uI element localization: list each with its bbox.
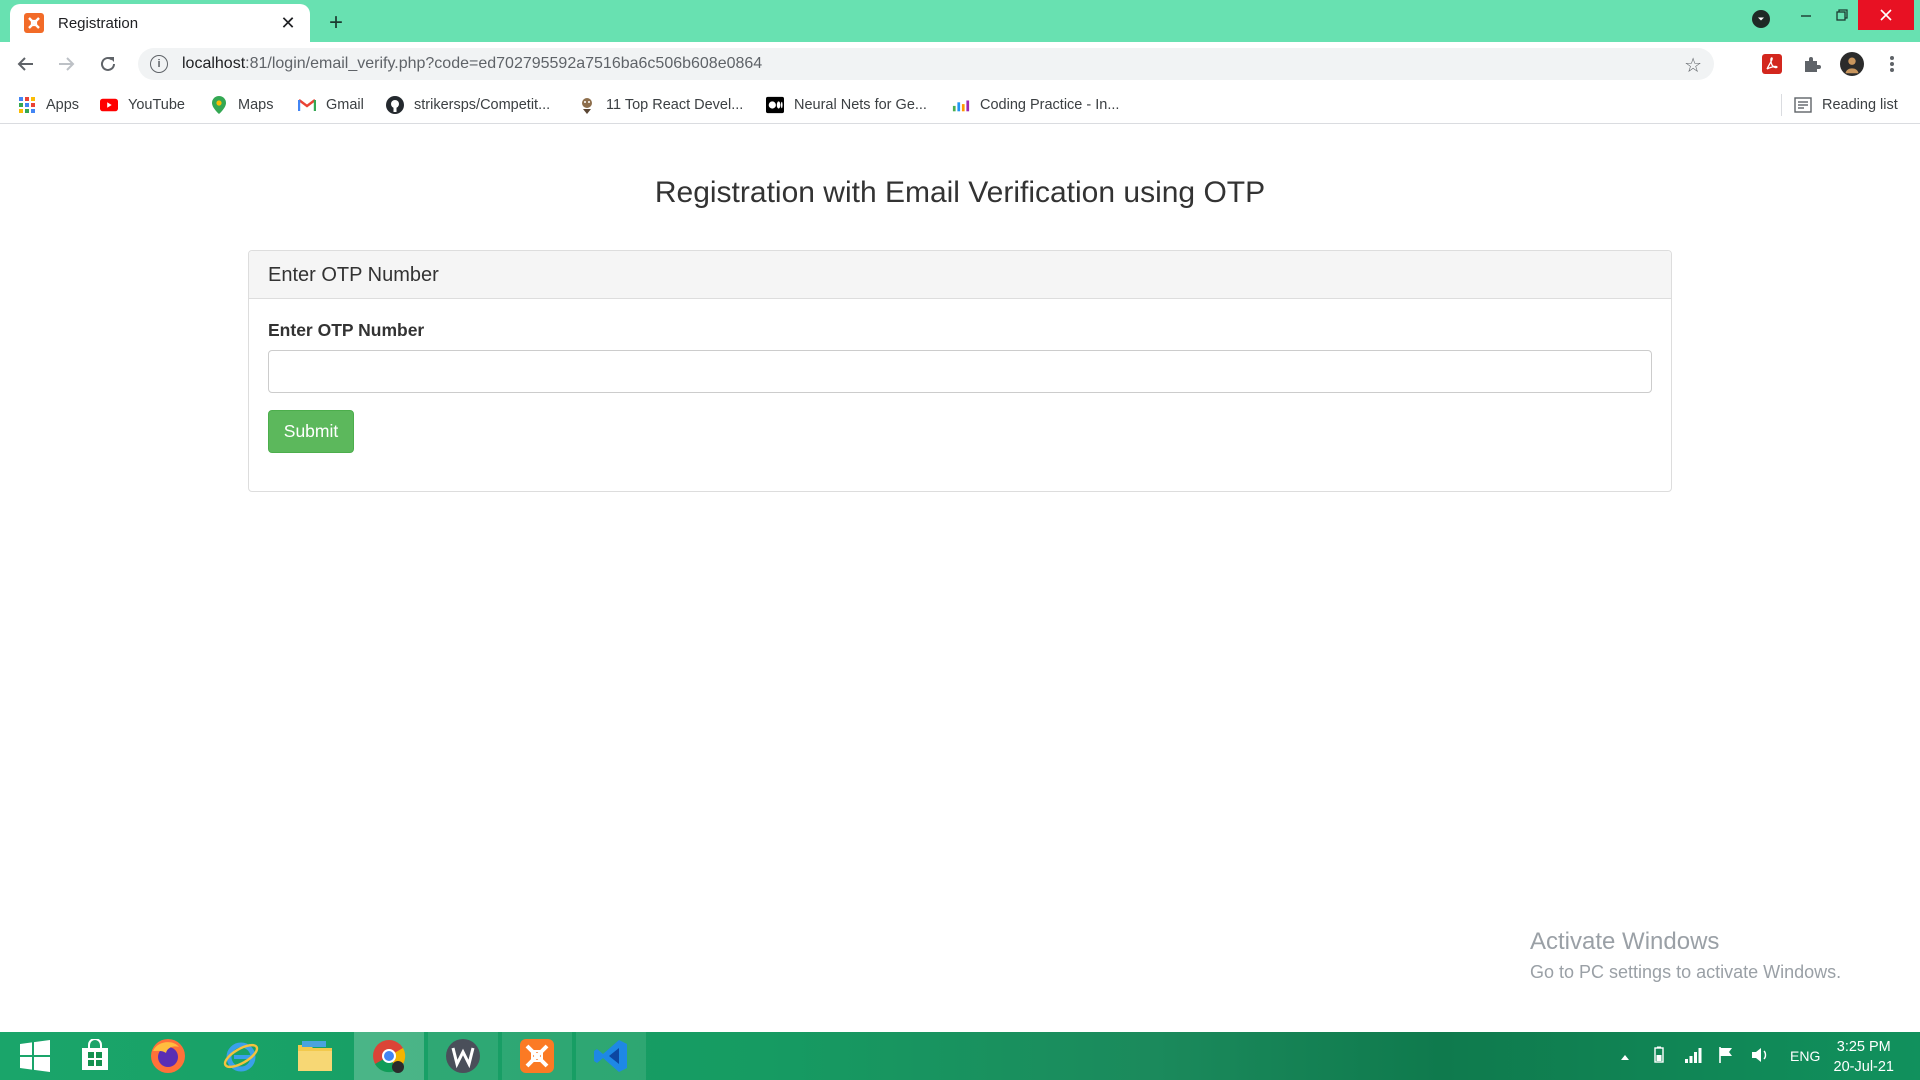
acrobat-extension-icon[interactable]	[1760, 52, 1784, 76]
browser-toolbar: i localhost:81/login/email_verify.php?co…	[0, 42, 1920, 86]
clock[interactable]: 3:25 PM 20-Jul-21	[1834, 1037, 1894, 1077]
file-explorer-icon[interactable]	[280, 1032, 350, 1080]
url-text: localhost:81/login/email_verify.php?code…	[182, 55, 762, 73]
clock-time: 3:25 PM	[1836, 1039, 1891, 1055]
forward-arrow-icon[interactable]	[50, 48, 82, 80]
activate-windows-watermark: Activate Windows Go to PC settings to ac…	[1530, 928, 1841, 983]
action-center-flag-icon[interactable]	[1718, 1046, 1734, 1067]
volume-icon[interactable]	[1750, 1046, 1770, 1067]
bookmark-coding-practice[interactable]: Coding Practice - In...	[952, 94, 1119, 116]
url-host: localhost	[182, 55, 246, 72]
gmail-icon	[298, 96, 316, 114]
medium-icon	[766, 96, 784, 114]
reading-list-icon	[1794, 96, 1812, 114]
bookmark-react[interactable]: 11 Top React Devel...	[578, 94, 743, 116]
site-info-icon[interactable]: i	[150, 55, 168, 73]
wamp-icon[interactable]	[428, 1032, 498, 1080]
otp-label: Enter OTP Number	[268, 320, 425, 340]
bookmark-label: YouTube	[128, 97, 185, 113]
network-signal-icon[interactable]	[1684, 1047, 1702, 1066]
extensions-puzzle-icon[interactable]	[1800, 52, 1824, 76]
submit-button[interactable]: Submit	[268, 410, 354, 453]
reading-list-button[interactable]: Reading list	[1794, 94, 1898, 116]
back-arrow-icon[interactable]	[10, 48, 42, 80]
profile-avatar[interactable]	[1840, 52, 1864, 76]
watermark-subtitle: Go to PC settings to activate Windows.	[1530, 962, 1842, 982]
tray-area: ENG	[1620, 1032, 1820, 1080]
bookmark-label: 11 Top React Devel...	[606, 97, 744, 113]
youtube-icon	[100, 96, 118, 114]
vscode-icon[interactable]	[576, 1032, 646, 1080]
page-title: Registration with Email Verification usi…	[654, 176, 1266, 209]
otp-panel: Enter OTP Number Enter OTP Number Submit	[248, 250, 1672, 492]
chrome-icon[interactable]	[354, 1032, 424, 1080]
battery-icon[interactable]	[1650, 1046, 1668, 1067]
otp-input[interactable]	[268, 350, 1652, 393]
maps-pin-icon	[210, 96, 228, 114]
tab-search-icon[interactable]	[1752, 10, 1770, 28]
bookmark-label: Gmail	[326, 97, 364, 113]
bookmark-label: strikersps/Competit...	[414, 97, 551, 113]
bookmark-label: Coding Practice - In...	[980, 97, 1120, 113]
bookmark-label: Apps	[46, 97, 80, 113]
reading-list-label: Reading list	[1822, 97, 1898, 113]
firefox-icon[interactable]	[133, 1032, 203, 1080]
bookmark-star-icon[interactable]: ☆	[1684, 53, 1702, 78]
windows-taskbar: ENG 3:25 PM 20-Jul-21	[0, 1032, 1920, 1080]
apps-grid-icon	[18, 96, 36, 114]
address-bar[interactable]: i localhost:81/login/email_verify.php?co…	[138, 48, 1714, 80]
bookmark-gmail[interactable]: Gmail	[298, 94, 364, 116]
chart-bars-icon	[952, 96, 970, 114]
browser-titlebar: Registration ✕ +	[0, 0, 1920, 42]
internet-explorer-icon[interactable]	[206, 1032, 276, 1080]
close-window-icon[interactable]	[1858, 0, 1914, 30]
panel-heading: Enter OTP Number	[249, 251, 1671, 299]
clock-date: 20-Jul-21	[1833, 1059, 1894, 1075]
bookmark-label: Neural Nets for Ge...	[794, 97, 927, 113]
bookmark-maps[interactable]: Maps	[210, 94, 273, 116]
input-language[interactable]: ENG	[1790, 1048, 1820, 1064]
watermark-title: Activate Windows	[1530, 928, 1720, 955]
show-hidden-icons-icon[interactable]	[1620, 1048, 1630, 1064]
tab-title: Registration	[58, 14, 139, 32]
store-icon[interactable]	[60, 1032, 130, 1080]
bookmark-label: Maps	[238, 97, 274, 113]
url-path: :81/login/email_verify.php?code=ed702795…	[245, 55, 763, 72]
chrome-menu-icon[interactable]	[1880, 52, 1904, 76]
tab-registration[interactable]: Registration ✕	[10, 4, 310, 42]
reload-icon[interactable]	[92, 48, 124, 80]
xampp-icon[interactable]	[502, 1032, 572, 1080]
xampp-favicon-icon	[24, 13, 44, 33]
react-dev-icon	[578, 96, 596, 114]
github-icon	[386, 96, 404, 114]
bookmark-youtube[interactable]: YouTube	[100, 94, 185, 116]
bookmarks-bar: Apps YouTube Maps Gmail strikersps/Compe…	[0, 86, 1920, 124]
bookmark-github[interactable]: strikersps/Competit...	[386, 94, 550, 116]
new-tab-button[interactable]: +	[322, 9, 350, 37]
bookmark-apps[interactable]: Apps	[18, 94, 79, 116]
bookmarks-divider	[1781, 94, 1782, 116]
bookmark-medium[interactable]: Neural Nets for Ge...	[766, 94, 927, 116]
close-tab-icon[interactable]: ✕	[278, 13, 298, 33]
